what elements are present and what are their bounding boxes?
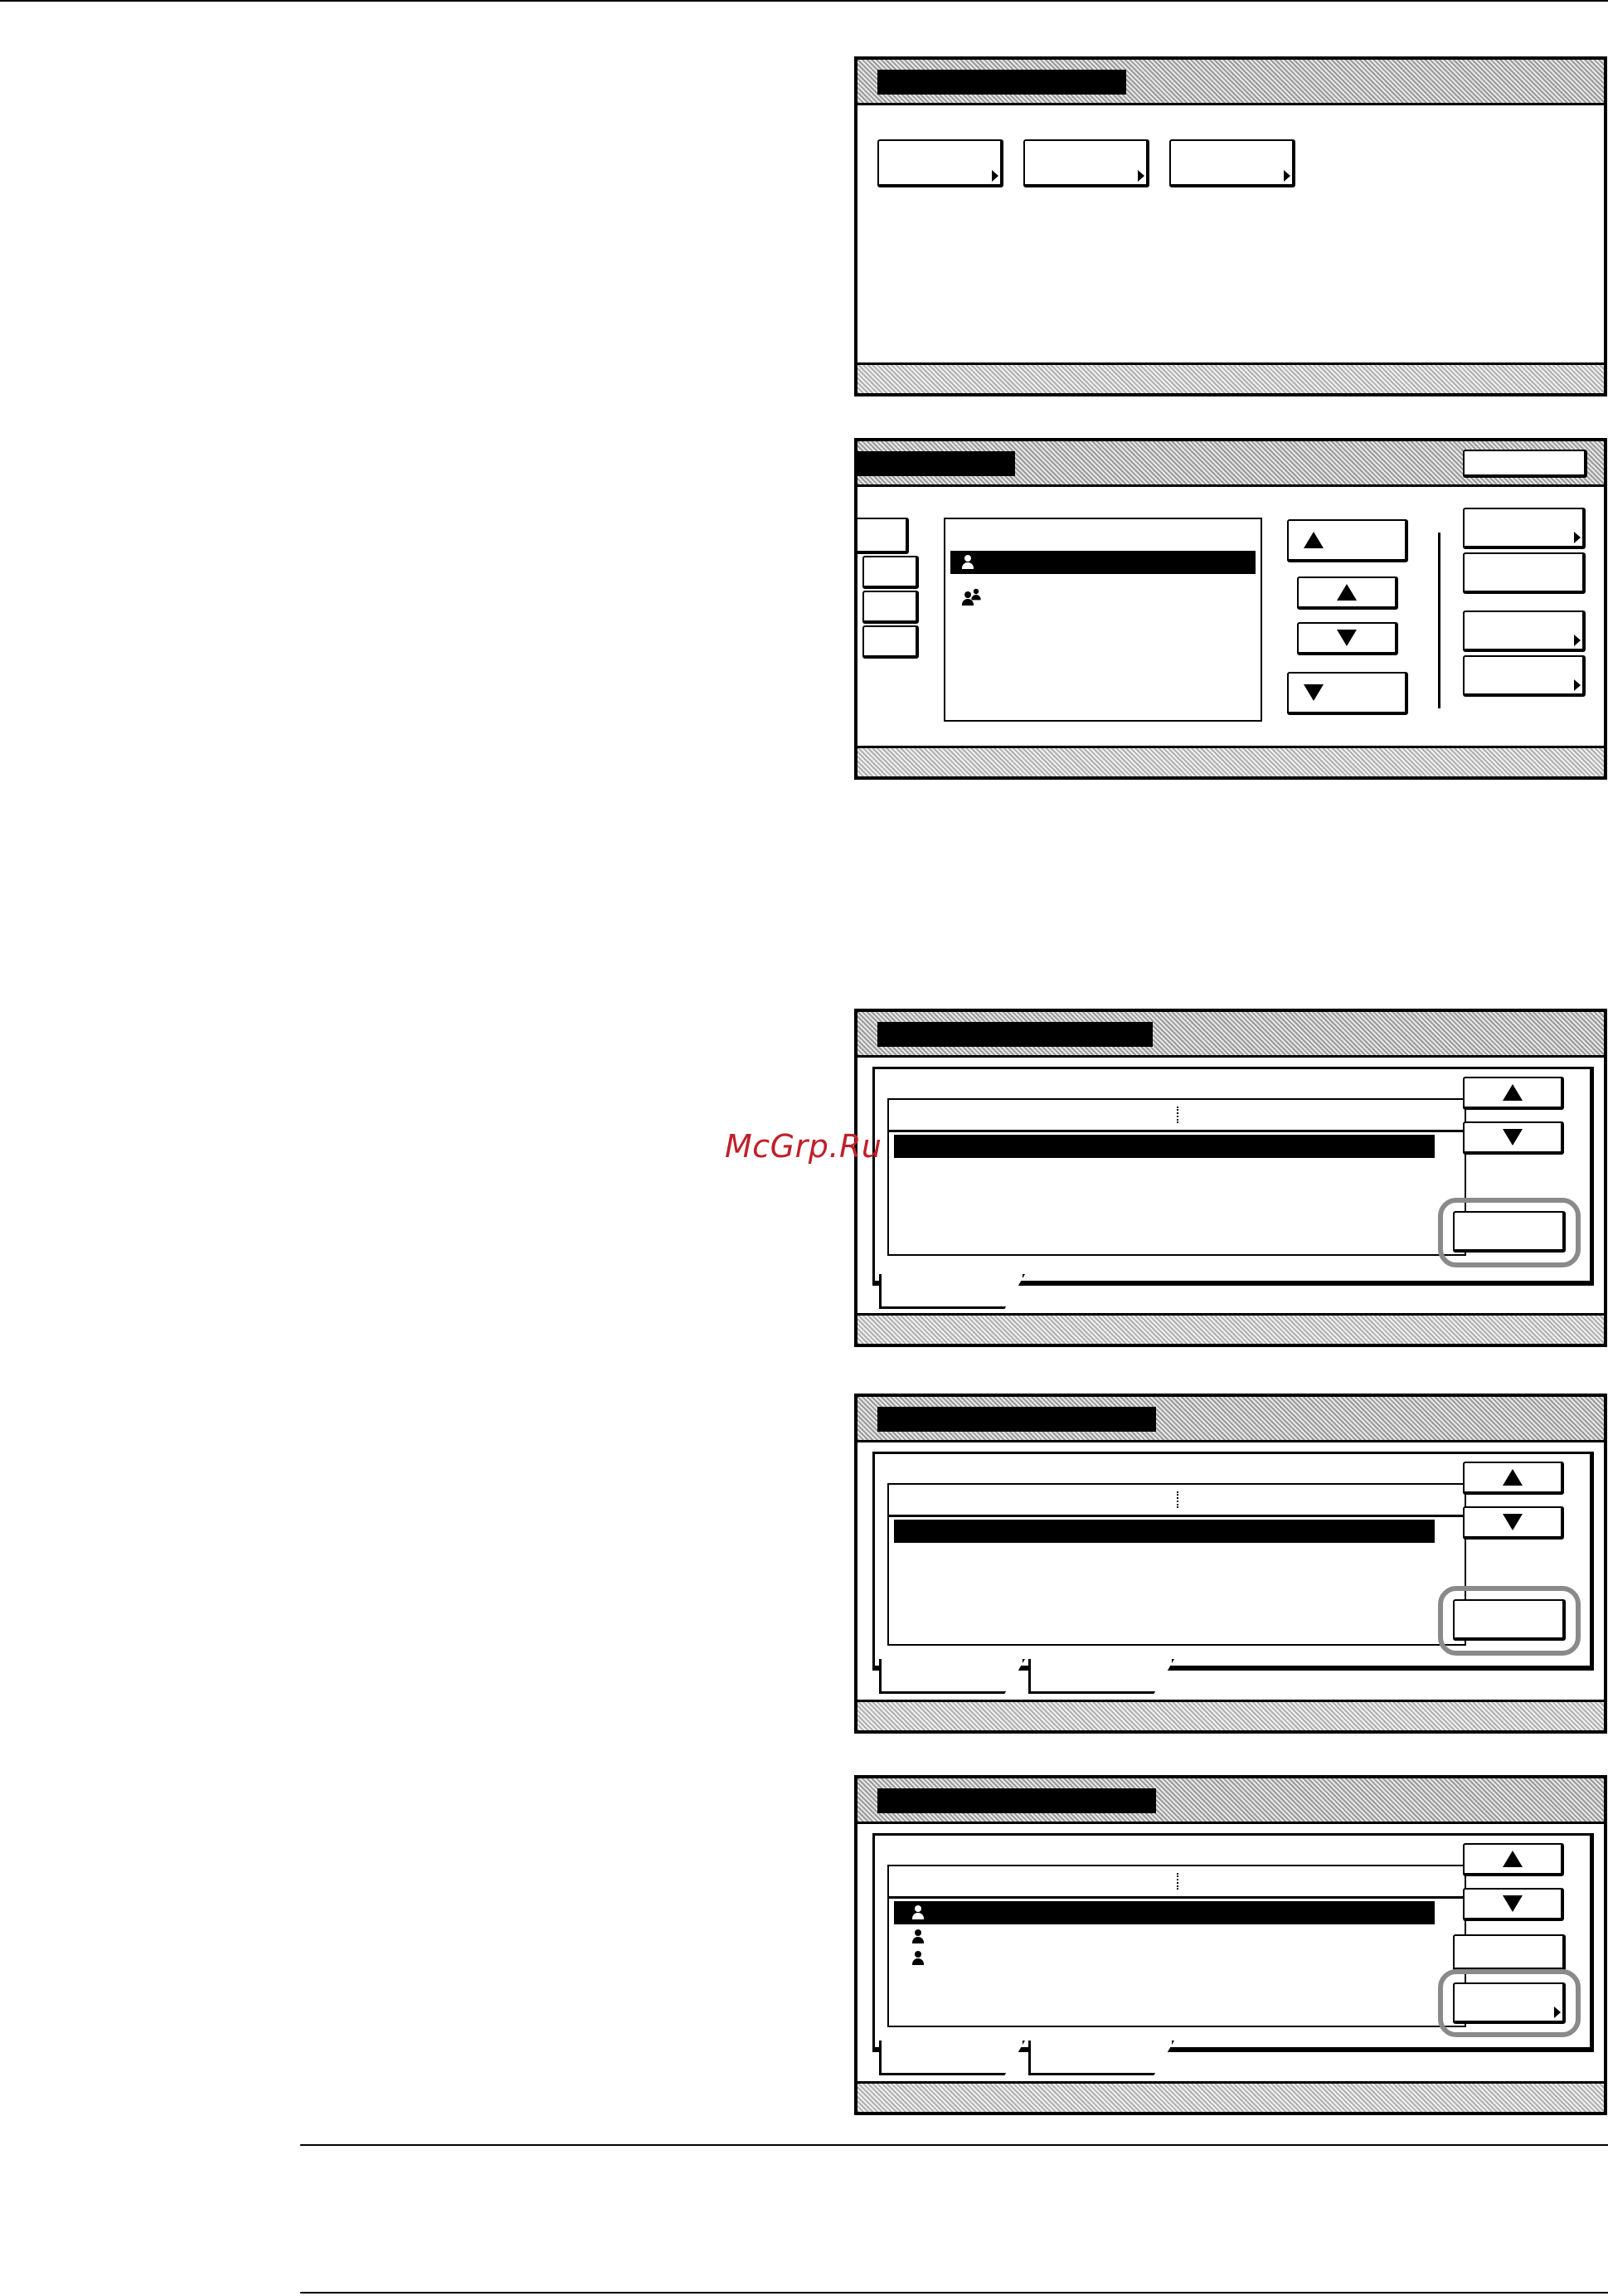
tab-2[interactable] [1028, 2041, 1174, 2075]
screen-title-bar [877, 1022, 1153, 1047]
list-row-selected[interactable] [894, 1520, 1435, 1543]
menu-button-3[interactable] [1169, 139, 1295, 187]
action-button-3[interactable] [1463, 610, 1586, 652]
list-row-selected[interactable] [894, 1135, 1435, 1158]
selection-list [887, 1098, 1466, 1256]
bottom-rule-lower [300, 2292, 1608, 2294]
up-arrow-icon [1337, 584, 1357, 601]
list-row-selected[interactable] [894, 1901, 1435, 1924]
submenu-arrow-icon [1574, 532, 1581, 543]
page-down-button[interactable] [1287, 672, 1408, 715]
down-arrow-icon [1503, 1514, 1523, 1530]
scroll-down-button[interactable] [1463, 1888, 1564, 1921]
selection-list [887, 1865, 1466, 2027]
box-list-panel [854, 438, 1607, 780]
scroll-down-button[interactable] [1463, 1121, 1564, 1155]
status-strip [857, 1313, 1604, 1344]
watermark-text: McGrp.Ru [725, 1128, 882, 1165]
bottom-rule-upper [300, 2144, 1608, 2146]
scroll-up-button[interactable] [1297, 576, 1398, 610]
list-row[interactable] [950, 587, 1256, 610]
scroll-down-button[interactable] [1463, 1506, 1564, 1540]
page-up-button[interactable] [1287, 519, 1408, 562]
tab-1[interactable] [879, 1274, 1025, 1309]
highlight-ring [1438, 1586, 1581, 1656]
action-button-1[interactable] [1463, 508, 1586, 549]
submenu-arrow-icon [992, 170, 998, 182]
list-header [889, 1485, 1465, 1517]
screen-title-bar [877, 70, 1126, 95]
menu-button-1[interactable] [877, 139, 1003, 187]
action-button-4[interactable] [1463, 655, 1586, 697]
tab-1[interactable] [879, 2041, 1025, 2075]
down-arrow-icon [1304, 684, 1324, 701]
status-strip [857, 362, 1604, 393]
box-list [944, 518, 1262, 722]
scroll-up-button[interactable] [1463, 1077, 1564, 1110]
top-rule [0, 0, 1608, 2]
person-icon [911, 1905, 925, 1920]
select-panel-1 [854, 1009, 1607, 1347]
menu-panel [854, 56, 1607, 396]
highlight-ring [1438, 1969, 1581, 2037]
group-icon-second [970, 588, 982, 601]
select-panel-3 [854, 1775, 1607, 2115]
list-header [889, 1100, 1465, 1132]
up-arrow-icon [1503, 1084, 1523, 1101]
side-key-3[interactable] [862, 625, 919, 659]
person-icon [960, 555, 975, 570]
status-strip [857, 746, 1604, 776]
screen-title-bar [877, 1407, 1156, 1432]
person-icon [911, 1951, 925, 1966]
selection-list [887, 1483, 1466, 1646]
scroll-up-button[interactable] [1463, 1462, 1564, 1495]
up-arrow-icon [1503, 1469, 1523, 1486]
list-row-selected[interactable] [950, 551, 1256, 574]
scroll-down-button[interactable] [1297, 622, 1398, 655]
side-tab-top[interactable] [857, 518, 909, 554]
option-button[interactable] [1453, 1934, 1566, 1971]
tab-2[interactable] [1028, 1659, 1174, 1694]
submenu-arrow-icon [1138, 170, 1144, 182]
down-arrow-icon [1337, 630, 1357, 646]
close-button[interactable] [1463, 450, 1587, 478]
status-strip [857, 1700, 1604, 1730]
submenu-arrow-icon [1574, 679, 1581, 691]
screen-title-bar [877, 1788, 1156, 1813]
menu-button-2[interactable] [1023, 139, 1149, 187]
person-icon [911, 1929, 925, 1944]
column-divider [1177, 1491, 1178, 1508]
tab-1[interactable] [879, 1659, 1025, 1694]
scroll-up-button[interactable] [1463, 1843, 1564, 1876]
screen-title-bar [857, 451, 1015, 476]
separator-line [1438, 533, 1440, 708]
up-arrow-icon [1304, 532, 1324, 548]
side-key-1[interactable] [862, 556, 919, 589]
list-header [889, 1866, 1465, 1899]
side-key-2[interactable] [862, 591, 919, 624]
list-row[interactable] [894, 1948, 1435, 1969]
highlight-ring [1438, 1198, 1581, 1267]
down-arrow-icon [1503, 1895, 1523, 1912]
action-button-2[interactable] [1463, 552, 1586, 594]
column-divider [1177, 1107, 1178, 1123]
list-row[interactable] [894, 1926, 1435, 1948]
up-arrow-icon [1503, 1851, 1523, 1867]
down-arrow-icon [1503, 1129, 1523, 1146]
select-panel-2 [854, 1394, 1607, 1734]
status-strip [857, 2081, 1604, 2112]
column-divider [1177, 1873, 1178, 1890]
submenu-arrow-icon [1574, 635, 1581, 646]
submenu-arrow-icon [1284, 170, 1290, 182]
